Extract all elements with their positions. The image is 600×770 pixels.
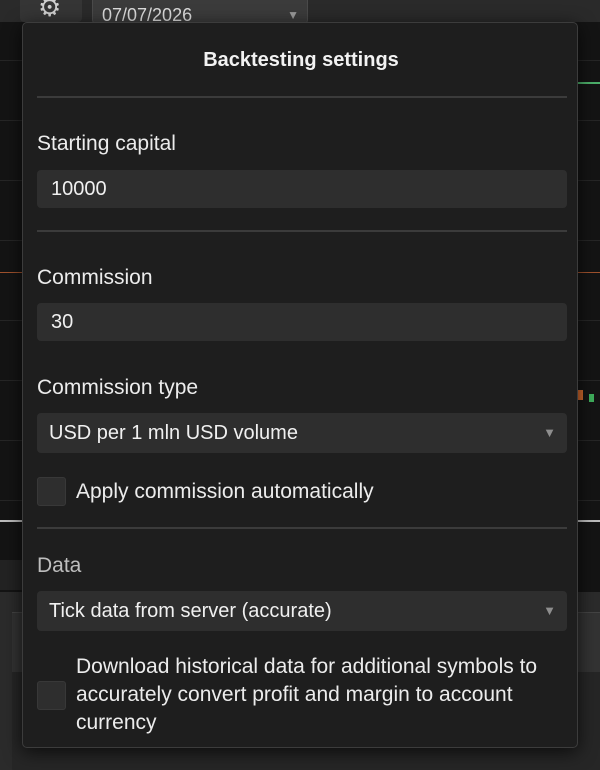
- chevron-down-icon: ▼: [543, 425, 556, 440]
- divider: [37, 96, 567, 98]
- apply-commission-checkbox[interactable]: [37, 477, 66, 506]
- data-label: Data: [37, 554, 82, 577]
- divider: [37, 230, 567, 232]
- starting-capital-label: Starting capital: [37, 132, 176, 155]
- divider: [37, 527, 567, 529]
- download-history-label: Download historical data for additional …: [76, 655, 538, 734]
- chart-candle: [589, 394, 594, 402]
- data-source-value: Tick data from server (accurate): [49, 600, 332, 622]
- dialog-title: Backtesting settings: [203, 49, 399, 71]
- data-source-select[interactable]: Tick data from server (accurate) ▼: [37, 591, 567, 631]
- app-window: ⚙ 07/07/2026 ▼ Backtesting settings Star…: [0, 0, 600, 770]
- commission-type-select[interactable]: USD per 1 mln USD volume ▼: [37, 413, 567, 453]
- commission-input[interactable]: [37, 303, 567, 341]
- download-history-checkbox[interactable]: [37, 681, 66, 710]
- commission-type-label: Commission type: [37, 376, 199, 399]
- commission-type-value: USD per 1 mln USD volume: [49, 422, 298, 444]
- chevron-down-icon: ▼: [543, 603, 556, 618]
- chevron-down-icon: ▼: [287, 8, 299, 22]
- apply-commission-label: Apply commission automatically: [76, 480, 374, 503]
- backtesting-settings-dialog: Backtesting settings Starting capital Co…: [22, 22, 578, 748]
- starting-capital-input[interactable]: [37, 170, 567, 208]
- commission-label: Commission: [37, 266, 153, 289]
- date-picker[interactable]: 07/07/2026 ▼: [92, 0, 308, 24]
- side-panel-handle[interactable]: [0, 560, 22, 590]
- settings-button[interactable]: ⚙: [20, 0, 82, 22]
- gear-icon: ⚙: [38, 0, 62, 22]
